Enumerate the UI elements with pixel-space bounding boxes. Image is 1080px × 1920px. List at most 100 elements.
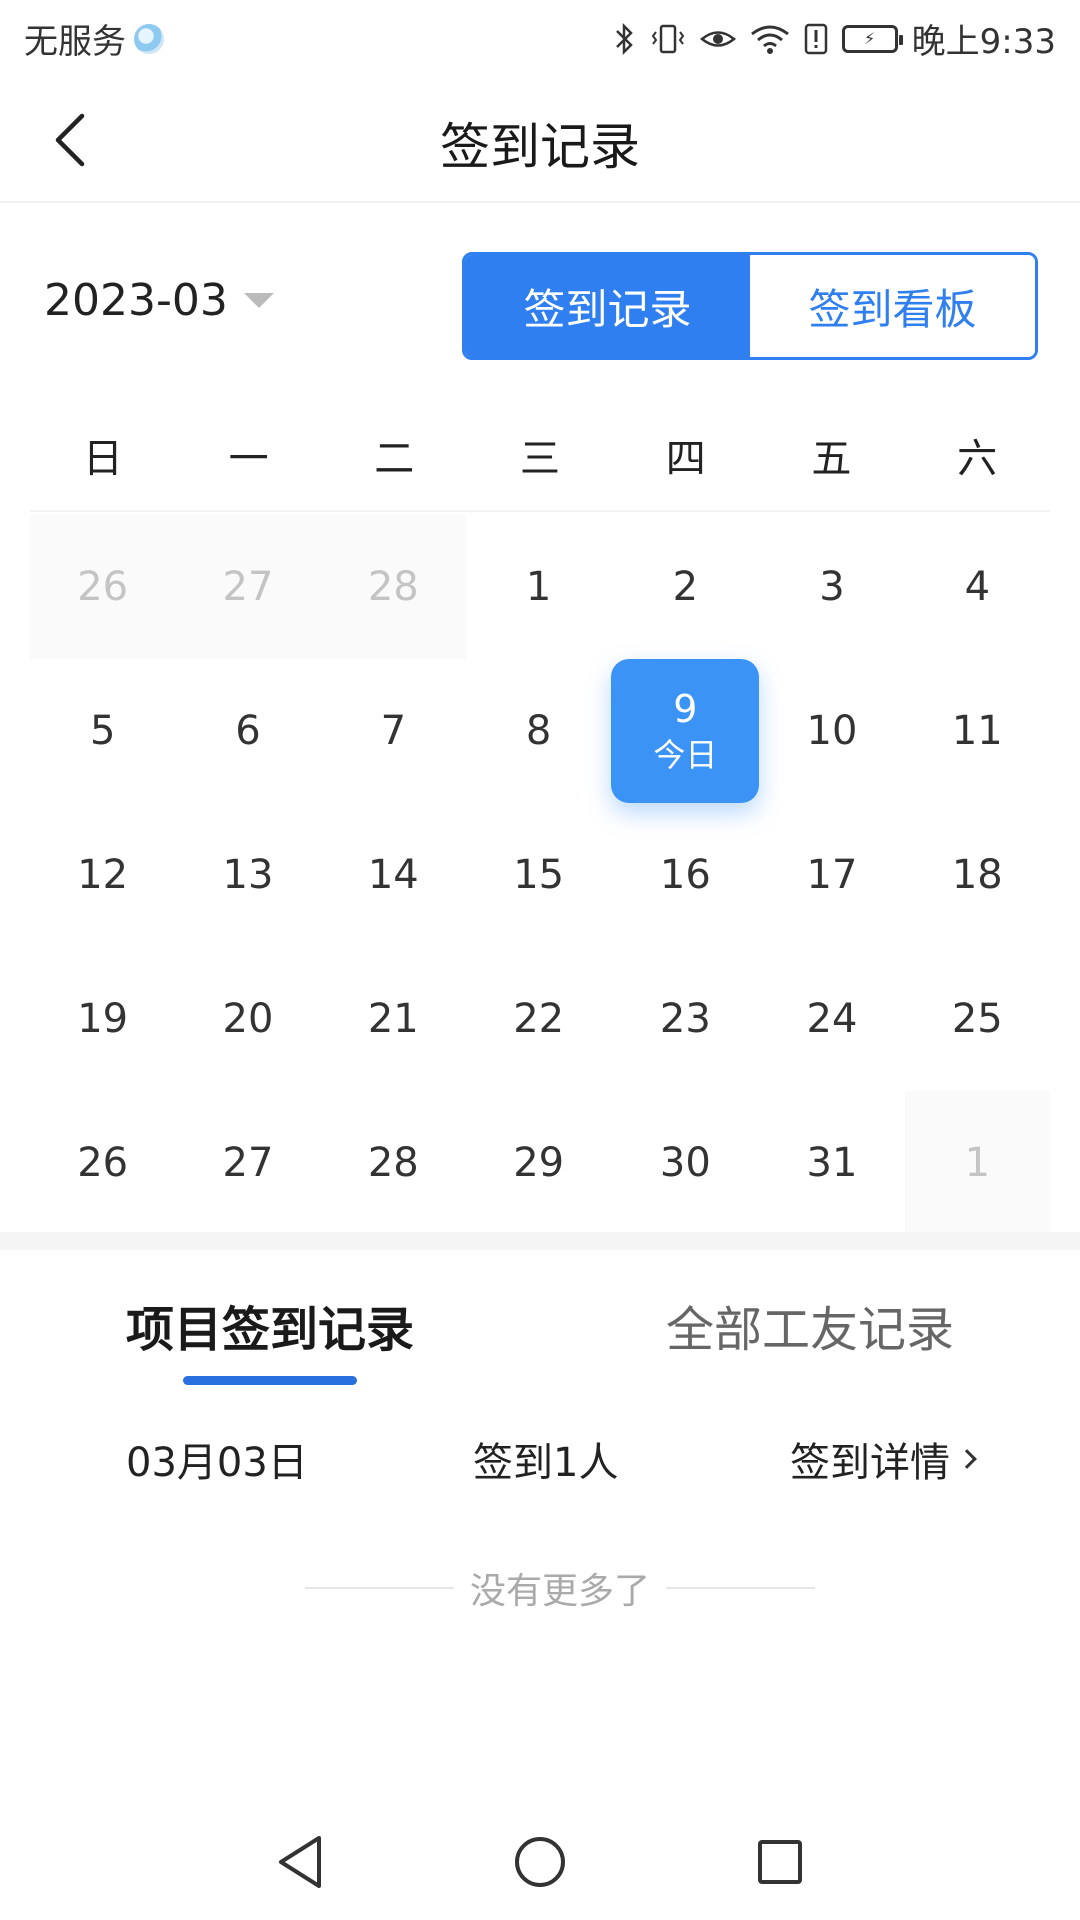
weekday-label: 二 (374, 436, 415, 482)
calendar-day[interactable]: 18 (905, 803, 1050, 947)
nav-home-button[interactable] (508, 1830, 572, 1894)
month-value: 2023-03 (44, 275, 228, 326)
calendar-day[interactable]: 29 (466, 1091, 611, 1235)
day-number: 15 (513, 852, 565, 898)
record-row[interactable]: 03月03日 签到1人 签到详情 (0, 1430, 1080, 1490)
system-nav-bar (0, 1800, 1080, 1920)
calendar-day[interactable]: 17 (759, 803, 904, 947)
day-number: 14 (367, 852, 419, 898)
tab-all-worker-records[interactable]: 全部工友记录 (666, 1290, 954, 1360)
calendar-day[interactable]: 5 (30, 659, 175, 803)
calendar-day[interactable]: 10 (759, 659, 904, 803)
calendar-day[interactable]: 30 (611, 1091, 759, 1235)
calendar-day[interactable]: 28 (320, 515, 466, 659)
day-number: 17 (806, 852, 858, 898)
day-number: 31 (806, 1140, 858, 1186)
battery-icon: ⚡ (841, 24, 903, 53)
day-number: 29 (513, 1140, 565, 1186)
day-number: 19 (77, 996, 129, 1042)
calendar-day[interactable]: 4 (905, 515, 1050, 659)
calendar-day[interactable]: 14 (321, 803, 466, 947)
segment-checkin-records[interactable]: 签到记录 (465, 255, 750, 357)
day-number: 18 (951, 852, 1003, 898)
weekday-label: 四 (665, 436, 706, 482)
day-number: 25 (951, 996, 1003, 1042)
calendar-day[interactable]: 7 (321, 659, 466, 803)
nav-back-button[interactable] (268, 1830, 332, 1894)
weekday-label: 六 (957, 436, 998, 482)
chevron-right-icon (957, 1449, 977, 1469)
calendar-day[interactable]: 16 (611, 803, 759, 947)
day-number: 21 (367, 996, 419, 1042)
day-number: 13 (222, 852, 274, 898)
nav-recents-button[interactable] (748, 1830, 812, 1894)
calendar-day[interactable]: 11 (905, 659, 1050, 803)
month-picker[interactable]: 2023-03 (44, 275, 274, 326)
calendar-day[interactable]: 26 (30, 1091, 175, 1235)
calendar-day[interactable]: 24 (759, 947, 904, 1091)
record-detail-link[interactable]: 签到详情 (790, 1430, 977, 1488)
no-more-text: 没有更多了 (470, 1571, 651, 1612)
today-highlight: 9 今日 (611, 659, 760, 803)
calendar-day[interactable]: 6 (175, 659, 320, 803)
active-tab-indicator (183, 1376, 357, 1385)
record-tabs: 项目签到记录 全部工友记录 (0, 1290, 1080, 1385)
day-number: 20 (222, 996, 274, 1042)
view-segmented-control: 签到记录 签到看板 (462, 252, 1038, 360)
status-right: ⚡ 晚上9:33 (614, 14, 1056, 63)
weekday-header: 日 一 二 三 四 五 六 (30, 400, 1050, 512)
record-date: 03月03日 (126, 1440, 308, 1486)
calendar-day[interactable]: 31 (759, 1091, 904, 1235)
square-recents-icon (758, 1840, 802, 1884)
calendar-day[interactable]: 15 (466, 803, 611, 947)
calendar-day[interactable]: 21 (321, 947, 466, 1091)
calendar-day[interactable]: 26 (30, 515, 176, 659)
day-number: 7 (380, 708, 407, 754)
day-number: 28 (367, 1140, 419, 1186)
calendar-day[interactable]: 25 (905, 947, 1050, 1091)
calendar-day[interactable]: 1 (904, 1091, 1050, 1235)
day-number: 1 (964, 1140, 991, 1186)
day-number: 10 (806, 708, 858, 754)
day-number: 12 (77, 852, 129, 898)
tab-project-records[interactable]: 项目签到记录 (126, 1290, 414, 1360)
calendar-day[interactable]: 27 (175, 515, 321, 659)
day-number: 28 (367, 564, 419, 610)
calendar-day[interactable]: 1 (466, 515, 611, 659)
day-number: 27 (222, 564, 274, 610)
calendar-day[interactable]: 8 (466, 659, 611, 803)
header: 签到记录 (0, 75, 1080, 203)
calendar-day[interactable]: 12 (30, 803, 175, 947)
day-number: 6 (235, 708, 261, 754)
day-number: 2 (672, 564, 699, 610)
page-title: 签到记录 (440, 118, 640, 176)
day-number: 26 (77, 564, 129, 610)
calendar-day[interactable]: 2 (611, 515, 759, 659)
divider-line (305, 1587, 454, 1589)
calendar-day[interactable]: 3 (759, 515, 904, 659)
day-number: 22 (513, 996, 565, 1042)
calendar-grid: 26 27 28 1 2 3 4 5 6 7 8 9 今日 10 11 12 13 14 15 16 17 18 19 20 2… (30, 515, 1050, 1235)
calendar-day[interactable]: 13 (175, 803, 320, 947)
status-bar: 无服务 ⚡ 晚上9:33 (0, 0, 1080, 75)
calendar-day[interactable]: 22 (466, 947, 611, 1091)
day-number: 1 (525, 564, 552, 610)
calendar-day[interactable]: 20 (175, 947, 320, 1091)
weekday-label: 三 (519, 436, 560, 482)
calendar-day[interactable]: 23 (611, 947, 759, 1091)
vibrate-icon (650, 21, 686, 57)
segment-checkin-board[interactable]: 签到看板 (750, 255, 1035, 357)
day-number: 4 (964, 564, 991, 610)
day-number: 3 (819, 564, 845, 610)
caret-down-icon (243, 293, 274, 308)
day-number: 23 (659, 996, 711, 1042)
calendar-day[interactable]: 27 (175, 1091, 320, 1235)
alert-icon (804, 21, 828, 57)
section-divider (0, 1232, 1080, 1250)
day-number: 26 (77, 1140, 129, 1186)
calendar-day[interactable]: 28 (321, 1091, 466, 1235)
carrier-label: 无服务 (24, 22, 126, 62)
calendar-day-today[interactable]: 9 今日 (611, 659, 760, 803)
carrier-badge-icon (134, 23, 164, 54)
calendar-day[interactable]: 19 (30, 947, 175, 1091)
